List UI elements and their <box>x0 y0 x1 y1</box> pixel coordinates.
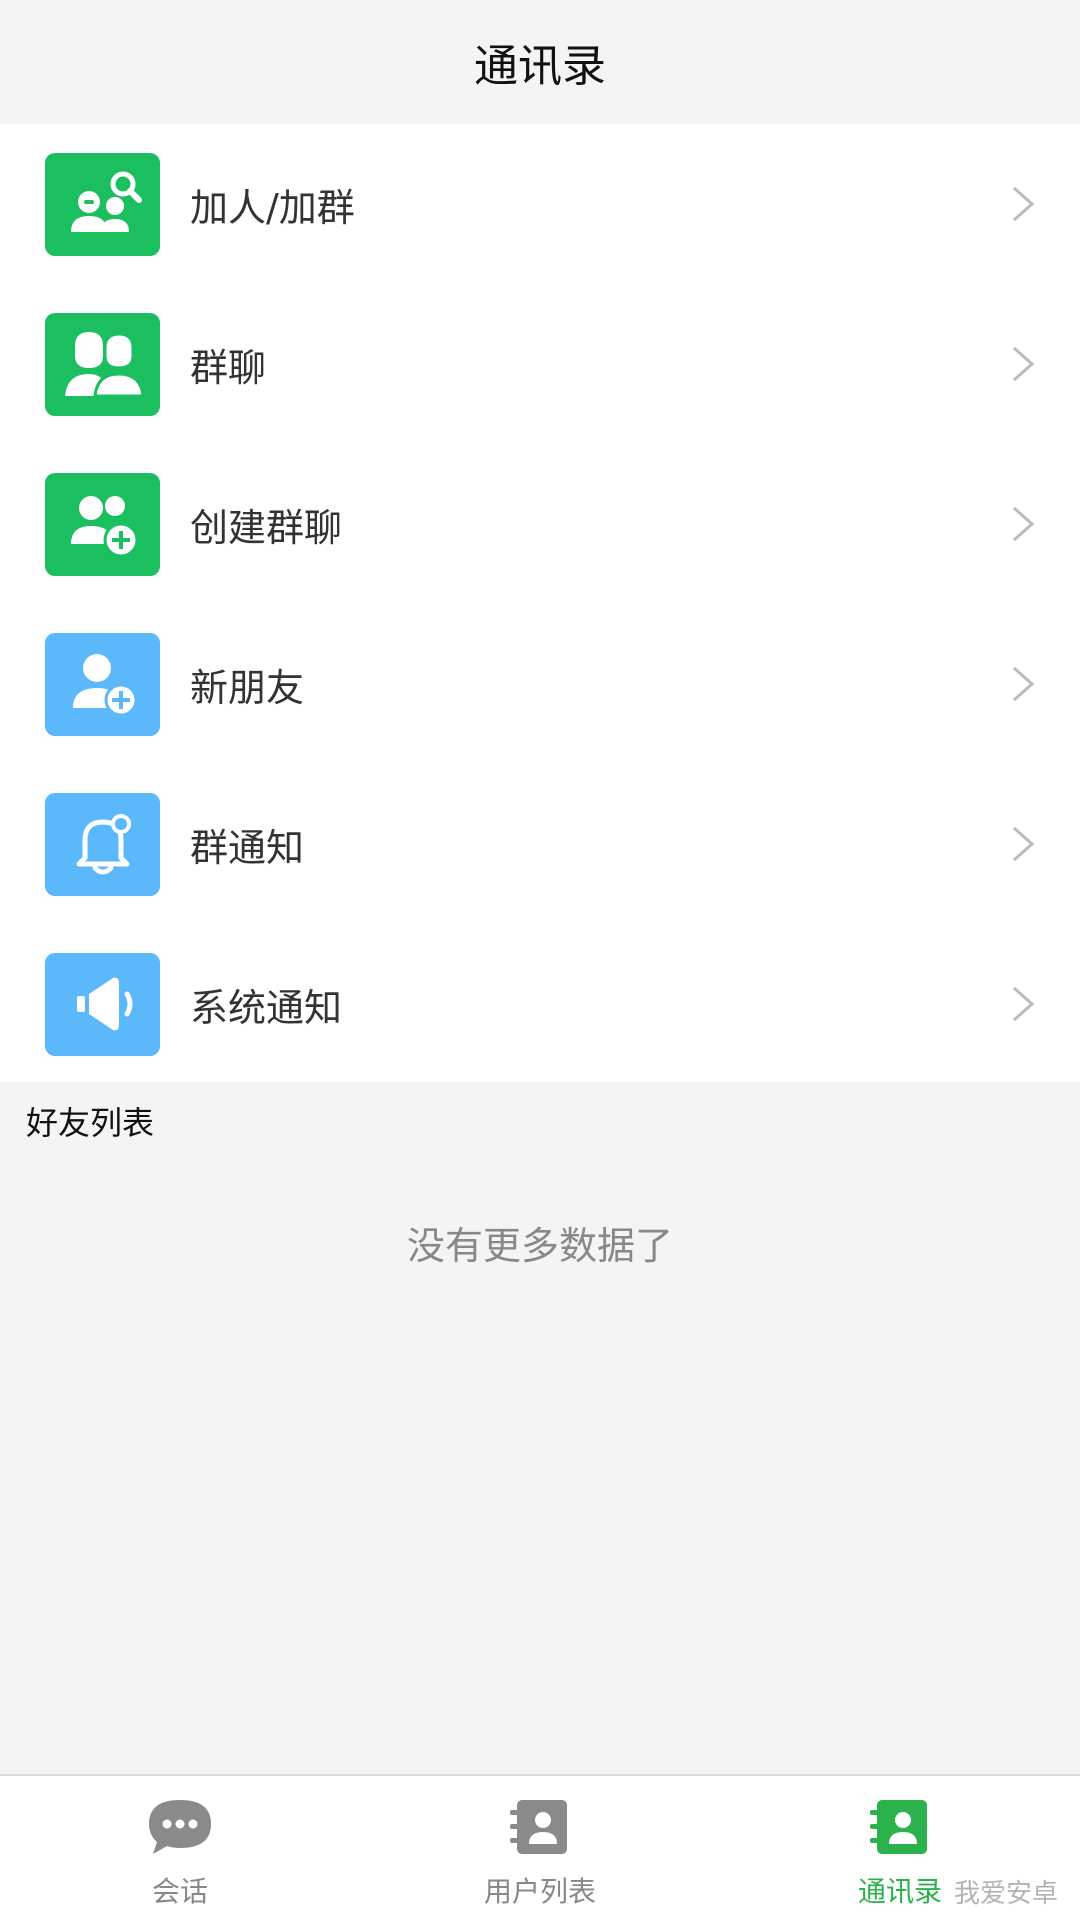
menu-item-group-notifications[interactable]: 群通知 <box>0 764 1080 924</box>
contacts-icon <box>865 1796 935 1858</box>
top-bar: 通讯录 <box>0 0 1080 124</box>
chevron-right-icon <box>1008 344 1038 384</box>
watermark: 我爱安卓 <box>954 1873 1058 1910</box>
page-title: 通讯录 <box>474 30 606 94</box>
bottom-tab-bar: 会话 用户列表 通讯录 <box>0 1774 1080 1922</box>
menu-item-system-notifications[interactable]: 系统通知 <box>0 924 1080 1084</box>
contacts-menu: 加人/加群 群聊 <box>0 124 1080 1082</box>
tab-conversations[interactable]: 会话 <box>0 1776 360 1922</box>
menu-item-create-group[interactable]: 创建群聊 <box>0 444 1080 604</box>
menu-item-label: 系统通知 <box>190 977 342 1032</box>
tab-user-list[interactable]: 用户列表 <box>360 1776 720 1922</box>
menu-item-label: 加人/加群 <box>190 177 355 232</box>
chevron-right-icon <box>1008 824 1038 864</box>
empty-state-text: 没有更多数据了 <box>0 1215 1080 1270</box>
new-friend-icon <box>45 633 160 736</box>
add-search-users-icon <box>45 153 160 256</box>
menu-item-label: 群通知 <box>190 817 304 872</box>
user-list-icon <box>505 1796 575 1858</box>
menu-item-label: 群聊 <box>190 337 266 392</box>
speaker-icon <box>45 953 160 1056</box>
group-chat-icon <box>45 313 160 416</box>
chevron-right-icon <box>1008 984 1038 1024</box>
menu-item-label: 创建群聊 <box>190 497 342 552</box>
menu-item-new-friends[interactable]: 新朋友 <box>0 604 1080 764</box>
bell-icon <box>45 793 160 896</box>
chat-bubble-icon <box>145 1796 215 1858</box>
menu-item-group-chat[interactable]: 群聊 <box>0 284 1080 444</box>
chevron-right-icon <box>1008 184 1038 224</box>
create-group-icon <box>45 473 160 576</box>
friend-list-header: 好友列表 <box>26 1098 154 1144</box>
menu-item-label: 新朋友 <box>190 657 304 712</box>
tab-label: 用户列表 <box>360 1870 720 1910</box>
chevron-right-icon <box>1008 664 1038 704</box>
menu-item-add-people-group[interactable]: 加人/加群 <box>0 124 1080 284</box>
tab-label: 会话 <box>0 1870 360 1910</box>
chevron-right-icon <box>1008 504 1038 544</box>
